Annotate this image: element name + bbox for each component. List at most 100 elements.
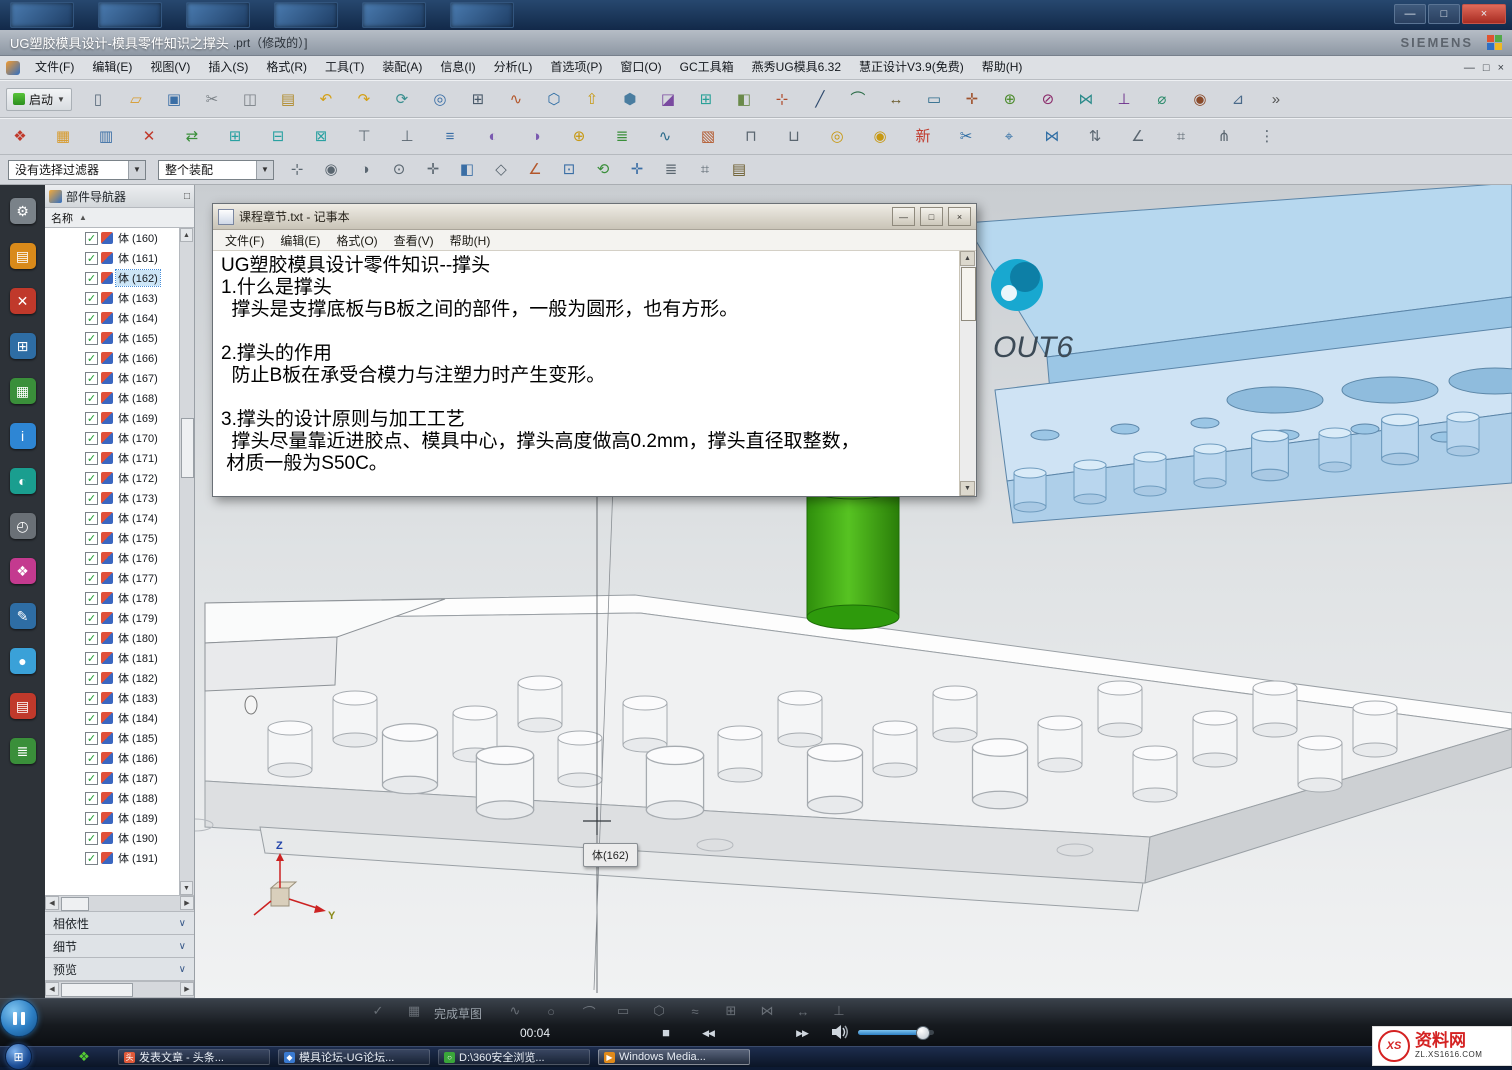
notepad-scrollbar[interactable]: ▲ ▼ [959, 251, 976, 496]
scroll-down-icon[interactable]: ▼ [180, 881, 193, 895]
navigator-row[interactable]: ✓ 体 (165) [45, 328, 180, 348]
reuse-library-icon[interactable]: ▥ [94, 125, 118, 149]
window-layout-icon[interactable]: ⊞ [466, 87, 490, 111]
checkbox-icon[interactable]: ✓ [85, 292, 98, 305]
taskbar-button-360[interactable]: ○ D:\360安全浏览... [438, 1049, 590, 1065]
visualization-icon[interactable]: ▦ [9, 377, 37, 405]
checkbox-icon[interactable]: ✓ [85, 752, 98, 765]
navigator-row[interactable]: ✓ 体 (161) [45, 248, 180, 268]
work-plane-icon[interactable]: ⌗ [694, 159, 716, 181]
checkbox-icon[interactable]: ✓ [85, 712, 98, 725]
snap-point-toggle-icon[interactable]: ⊹ [286, 159, 308, 181]
navigator-row[interactable]: ✓ 体 (172) [45, 468, 180, 488]
mdi-minimize-icon[interactable]: — [1464, 62, 1475, 74]
checkbox-icon[interactable]: ✓ [85, 252, 98, 265]
minimize-button[interactable]: — [892, 207, 915, 226]
save-icon[interactable]: ▣ [162, 87, 186, 111]
replace-icon[interactable]: ⇄ [180, 125, 204, 149]
history-icon[interactable]: ◴ [9, 512, 37, 540]
snap-center-icon[interactable]: ⊙ [388, 159, 410, 181]
shaded-view-icon[interactable]: ⬢ [618, 87, 642, 111]
pocket-icon[interactable]: ⊔ [782, 125, 806, 149]
info-window-icon[interactable]: ▤ [728, 159, 750, 181]
align-top-icon[interactable]: ⊤ [352, 125, 376, 149]
navigator-row[interactable]: ✓ 体 (163) [45, 288, 180, 308]
checkbox-icon[interactable]: ✓ [85, 532, 98, 545]
grid-display-icon[interactable]: ⌗ [1169, 125, 1193, 149]
rectangle-icon[interactable]: ▭ [922, 87, 946, 111]
navigator-section[interactable]: 相依性 ∨ [45, 912, 194, 935]
copy-icon[interactable]: ◫ [238, 87, 262, 111]
navigator-row[interactable]: ✓ 体 (180) [45, 628, 180, 648]
dimension-icon[interactable]: ↔ [884, 87, 908, 111]
navigator-row[interactable]: ✓ 体 (166) [45, 348, 180, 368]
navigator-row[interactable]: ✓ 体 (184) [45, 708, 180, 728]
navigator-row[interactable]: ✓ 体 (187) [45, 768, 180, 788]
volume-knob[interactable] [916, 1026, 930, 1040]
insert-boss-icon[interactable]: ◉ [868, 125, 892, 149]
paste-icon[interactable]: ▤ [276, 87, 300, 111]
quarter-view-icon[interactable]: ◑ [524, 125, 548, 149]
layer-settings-icon[interactable]: ≣ [660, 159, 682, 181]
menu-item[interactable]: 编辑(E) [272, 232, 328, 249]
notepad-title-bar[interactable]: 课程章节.txt - 记事本 — □ × [213, 204, 976, 230]
checkbox-icon[interactable]: ✓ [85, 772, 98, 785]
navigator-section[interactable]: 细节 ∨ [45, 935, 194, 958]
new-file-icon[interactable]: ▯ [86, 87, 110, 111]
line-icon[interactable]: ╱ [808, 87, 832, 111]
checkbox-icon[interactable]: ✓ [85, 732, 98, 745]
menu-item[interactable]: 工具(T) [316, 56, 373, 79]
align-bottom-icon[interactable]: ⊥ [395, 125, 419, 149]
navigator-row[interactable]: ✓ 体 (174) [45, 508, 180, 528]
navigator-row[interactable]: ✓ 体 (179) [45, 608, 180, 628]
hole-icon[interactable]: ◉ [1188, 87, 1212, 111]
mdi-restore-icon[interactable]: □ [1483, 62, 1490, 74]
menu-item[interactable]: 分析(L) [485, 56, 542, 79]
pan-view-icon[interactable]: ✛ [626, 159, 648, 181]
ring-icon[interactable]: ◎ [825, 125, 849, 149]
checkbox-icon[interactable]: ✓ [85, 392, 98, 405]
angle-icon[interactable]: ∠ [1126, 125, 1150, 149]
trim-body-icon[interactable]: ⊘ [1036, 87, 1060, 111]
checkbox-icon[interactable]: ✓ [85, 452, 98, 465]
navigator-row[interactable]: ✓ 体 (176) [45, 548, 180, 568]
menu-item[interactable]: GC工具箱 [671, 56, 743, 79]
menu-item[interactable]: 文件(F) [217, 232, 272, 249]
render-sphere-icon[interactable]: ● [9, 647, 37, 675]
menu-item[interactable]: 文件(F) [26, 56, 83, 79]
pattern-circular-icon[interactable]: ⊠ [309, 125, 333, 149]
view-manager-icon[interactable]: ⊞ [9, 332, 37, 360]
scroll-up-icon[interactable]: ▲ [180, 228, 193, 242]
menu-item[interactable]: 格式(R) [257, 56, 316, 79]
undo-icon[interactable]: ↶ [314, 87, 338, 111]
checkbox-icon[interactable]: ✓ [85, 552, 98, 565]
window-preview[interactable] [450, 2, 514, 28]
scroll-thumb[interactable] [61, 983, 133, 997]
annotation-icon[interactable]: ✎ [9, 602, 37, 630]
scroll-left-icon[interactable]: ◀ [45, 896, 59, 910]
notepad-content[interactable]: UG塑胶模具设计零件知识--撑头1.什么是撑头 撑头是支撑底板与B板之间的部件，… [213, 251, 960, 496]
volume-slider[interactable] [858, 1030, 934, 1035]
navigator-row[interactable]: ✓ 体 (183) [45, 688, 180, 708]
menu-item[interactable]: 燕秀UG模具6.32 [743, 56, 850, 79]
export-icon[interactable]: ▤ [9, 242, 37, 270]
target-icon[interactable]: ⌖ [997, 125, 1021, 149]
info-icon[interactable]: i [9, 422, 37, 450]
menu-item[interactable]: 视图(V) [141, 56, 199, 79]
window-preview[interactable] [362, 2, 426, 28]
menu-item[interactable]: 帮助(H) [442, 232, 499, 249]
stop-button[interactable]: ■ [656, 1023, 676, 1041]
close-button[interactable]: × [1462, 4, 1506, 24]
palette-icon[interactable]: ❖ [9, 557, 37, 585]
close-button[interactable]: × [948, 207, 971, 226]
previous-button[interactable]: ◀◀ [694, 1026, 722, 1040]
fork-icon[interactable]: ⋔ [1212, 125, 1236, 149]
pattern-linear-icon[interactable]: ⊟ [266, 125, 290, 149]
checkbox-icon[interactable]: ✓ [85, 672, 98, 685]
view-cube-icon[interactable]: ⬡ [542, 87, 566, 111]
navigator-row[interactable]: ✓ 体 (181) [45, 648, 180, 668]
datum-plane-icon[interactable]: ◧ [732, 87, 756, 111]
window-preview[interactable] [10, 2, 74, 28]
menu-item[interactable]: 帮助(H) [973, 56, 1032, 79]
menu-item[interactable]: 窗口(O) [611, 56, 670, 79]
